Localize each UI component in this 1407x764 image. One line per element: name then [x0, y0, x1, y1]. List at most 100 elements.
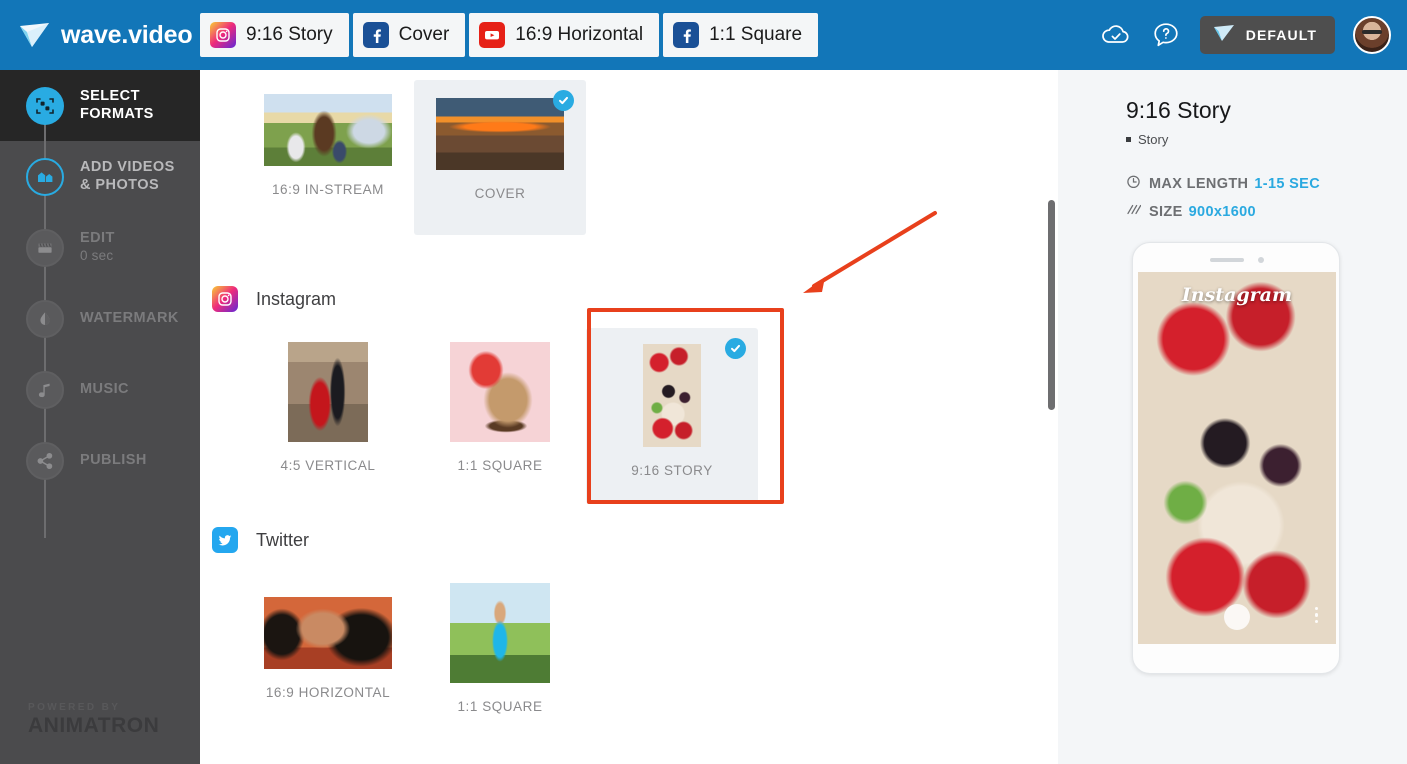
powered-by-animatron: POWERED BY ANIMATRON — [28, 702, 159, 738]
tab-instagram-story[interactable]: 9:16 Story — [200, 13, 349, 57]
format-card-cover[interactable]: COVER — [414, 80, 586, 235]
preview-image — [1138, 272, 1336, 644]
main-scrollbar-track[interactable] — [1047, 70, 1055, 764]
animatron-brand: ANIMATRON — [28, 714, 159, 738]
watermark-drop-icon — [26, 300, 64, 338]
format-card-1-1-square-instagram[interactable]: 1:1 SQUARE — [414, 328, 586, 487]
tab-label: 16:9 Horizontal — [515, 24, 643, 46]
add-media-icon — [26, 158, 64, 196]
sidebar-item-watermark[interactable]: WATERMARK — [0, 283, 200, 354]
format-caption: 1:1 SQUARE — [457, 458, 542, 473]
share-icon — [26, 442, 64, 480]
phone-speaker — [1210, 258, 1244, 262]
bullet-icon — [1126, 137, 1131, 142]
format-caption: 9:16 STORY — [631, 463, 713, 478]
format-thumbnail — [288, 342, 368, 442]
tab-facebook-cover[interactable]: Cover — [353, 13, 466, 57]
help-question-icon[interactable] — [1150, 19, 1182, 51]
tab-youtube-horizontal[interactable]: 16:9 Horizontal — [469, 13, 659, 57]
max-length-label: MAX LENGTH — [1149, 176, 1248, 192]
format-thumbnail — [436, 98, 564, 170]
group-header-twitter: Twitter — [212, 527, 586, 553]
format-card-1-1-square-twitter[interactable]: 1:1 SQUARE — [414, 569, 586, 728]
format-group-instagram: Instagram 4:5 VERTICAL 1:1 SQUARE — [200, 286, 758, 504]
preview-screen[interactable]: Instagram — [1138, 272, 1336, 644]
facebook-icon — [363, 22, 389, 48]
logo-text: wave.video — [61, 21, 192, 50]
default-profile-button[interactable]: DEFAULT — [1200, 16, 1335, 54]
format-row-facebook: 16:9 IN-STREAM COVER — [242, 80, 586, 235]
cloud-saved-icon[interactable] — [1100, 19, 1132, 51]
select-formats-icon — [26, 87, 64, 125]
format-card-16-9-horizontal-twitter[interactable]: 16:9 HORIZONTAL — [242, 569, 414, 714]
sidebar-item-label: EDIT 0 sec — [80, 230, 115, 264]
twitter-icon — [212, 527, 238, 553]
sidebar-item-label: PUBLISH — [80, 452, 147, 470]
format-caption: 16:9 HORIZONTAL — [266, 685, 390, 700]
format-thumbnail — [264, 94, 392, 166]
dimensions-icon — [1126, 202, 1141, 222]
avatar[interactable] — [1353, 16, 1391, 54]
selected-check-icon — [725, 338, 746, 359]
panel-subtitle: Story — [1126, 132, 1407, 147]
phone-preview-mockup: Instagram — [1132, 242, 1340, 674]
phone-top-bar — [1133, 257, 1341, 263]
sidebar-item-label: SELECT FORMATS — [80, 88, 154, 123]
sidebar-item-music[interactable]: MUSIC — [0, 354, 200, 425]
format-thumbnail — [450, 342, 550, 442]
youtube-icon — [479, 22, 505, 48]
instagram-icon — [212, 286, 238, 312]
wizard-sidebar: SELECT FORMATS ADD VIDEOS & PHOTOS — [0, 70, 200, 764]
format-thumbnail — [264, 597, 392, 669]
format-card-16-9-in-stream[interactable]: 16:9 IN-STREAM — [242, 80, 414, 211]
panel-meta: MAX LENGTH 1-15 SEC SIZE 900x1600 — [1126, 173, 1407, 223]
tab-label: 9:16 Story — [246, 24, 333, 46]
tab-label: 1:1 Square — [709, 24, 802, 46]
panel-title: 9:16 Story — [1126, 97, 1407, 124]
format-caption: 4:5 VERTICAL — [281, 458, 376, 473]
max-length-value: 1-15 SEC — [1254, 176, 1320, 192]
size-label: SIZE — [1149, 204, 1183, 220]
sidebar-item-label: MUSIC — [80, 381, 129, 399]
app-root: wave.video 9:16 Story — [0, 0, 1407, 764]
format-row-twitter: 16:9 HORIZONTAL 1:1 SQUARE — [242, 569, 586, 728]
facebook-icon — [673, 22, 699, 48]
group-name: Instagram — [256, 289, 336, 310]
format-tabs: 9:16 Story Cover 16:9 Horizontal — [200, 13, 818, 57]
size-value: 900x1600 — [1189, 204, 1256, 220]
header-actions: DEFAULT — [1100, 16, 1391, 54]
group-header-instagram: Instagram — [212, 286, 758, 312]
wave-play-logo-icon — [18, 20, 52, 50]
kebab-menu-icon[interactable] — [1315, 607, 1319, 627]
format-card-4-5-vertical[interactable]: 4:5 VERTICAL — [242, 328, 414, 487]
sidebar-item-publish[interactable]: PUBLISH — [0, 425, 200, 496]
instagram-wordmark-overlay: Instagram — [1138, 284, 1336, 306]
format-details-panel: 9:16 Story Story MAX LENGTH 1-15 SEC — [1058, 70, 1407, 764]
default-button-label: DEFAULT — [1246, 27, 1317, 43]
phone-camera — [1258, 257, 1264, 263]
sidebar-item-label: WATERMARK — [80, 310, 179, 328]
format-thumbnail — [643, 344, 701, 447]
selected-check-icon — [553, 90, 574, 111]
wave-video-logo[interactable]: wave.video — [18, 20, 200, 50]
format-thumbnail — [450, 583, 550, 683]
sidebar-item-add-videos-photos[interactable]: ADD VIDEOS & PHOTOS — [0, 141, 200, 212]
instagram-icon — [210, 22, 236, 48]
sidebar-item-label: ADD VIDEOS & PHOTOS — [80, 159, 175, 194]
play-triangle-icon — [1212, 23, 1236, 48]
sidebar-item-edit[interactable]: EDIT 0 sec — [0, 212, 200, 283]
formats-main-area: 16:9 IN-STREAM COVER — [200, 70, 1058, 764]
tab-label: Cover — [399, 24, 450, 46]
panel-subtitle-text: Story — [1138, 132, 1168, 147]
tab-facebook-square[interactable]: 1:1 Square — [663, 13, 818, 57]
clock-icon — [1126, 174, 1141, 194]
camera-shutter-icon[interactable] — [1224, 604, 1250, 630]
format-group-twitter: Twitter 16:9 HORIZONTAL 1:1 SQUARE — [200, 527, 586, 728]
powered-by-label: POWERED BY — [28, 702, 159, 713]
format-caption: COVER — [475, 186, 526, 201]
sidebar-item-select-formats[interactable]: SELECT FORMATS — [0, 70, 200, 141]
main-scrollbar-thumb[interactable] — [1048, 200, 1055, 410]
app-header: wave.video 9:16 Story — [0, 0, 1407, 70]
format-card-9-16-story[interactable]: 9:16 STORY — [586, 328, 758, 504]
music-note-icon — [26, 371, 64, 409]
